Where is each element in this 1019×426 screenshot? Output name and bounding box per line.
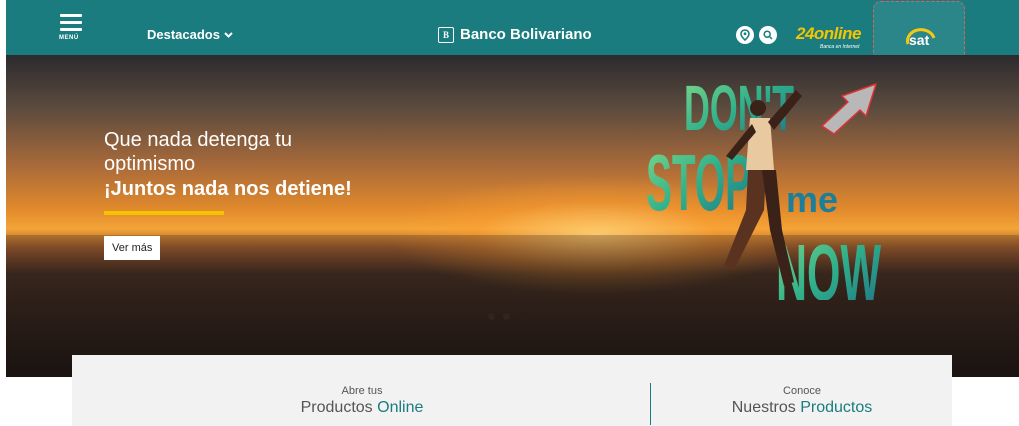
featured-label: Destacados — [147, 27, 220, 42]
location-button[interactable] — [736, 26, 754, 44]
location-icon — [740, 29, 750, 41]
online-banking-logo: 24online — [796, 24, 861, 43]
top-navigation-bar: MENÚ Destacados B Banco Bolivariano 24on… — [6, 0, 1019, 55]
products-panel: Abre tus Productos Online Conoce Nuestro… — [72, 355, 952, 426]
hero-headline-line1: Que nada detenga tu — [104, 129, 292, 151]
open-products-online-panel[interactable]: Abre tus Productos Online — [212, 385, 512, 417]
hero-headline-line2: optimismo — [104, 153, 196, 175]
carousel-dot[interactable] — [488, 313, 495, 320]
open-products-title: Productos Online — [212, 399, 512, 417]
brand-logo[interactable]: B Banco Bolivariano — [438, 26, 592, 43]
hero-underline-accent — [104, 211, 224, 215]
poster-word-dont: DON'T — [684, 72, 794, 144]
online-banking-subtitle: Banca en Internet — [820, 44, 860, 50]
chevron-down-icon — [224, 31, 233, 38]
brand-name: Banco Bolivariano — [460, 26, 592, 43]
hamburger-icon-line — [60, 21, 82, 24]
brand-mark-icon: B — [438, 26, 454, 43]
poster-word-now: NOW — [776, 228, 881, 300]
hamburger-icon-line — [60, 28, 82, 31]
search-icon — [763, 30, 773, 40]
our-products-panel[interactable]: Conoce Nuestros Productos — [652, 385, 952, 417]
poster-word-me: me — [786, 179, 838, 220]
carousel-dot[interactable] — [503, 313, 510, 320]
our-products-title-highlight: Productos — [800, 399, 873, 416]
our-products-title: Nuestros Productos — [652, 399, 952, 417]
carousel-dots — [488, 312, 527, 321]
hamburger-icon-line — [60, 14, 82, 17]
search-button[interactable] — [759, 26, 777, 44]
see-more-button[interactable]: Ver más — [104, 236, 161, 260]
open-products-title-plain: Productos — [300, 399, 373, 416]
hero-tagline: ¡Juntos nada nos detiene! — [104, 178, 352, 200]
hero-text-block: Que nada detenga tu optimismo ¡Juntos na… — [104, 128, 352, 215]
online-banking-link[interactable]: 24online Banca en Internet — [796, 24, 861, 50]
carousel-dot-active[interactable] — [518, 312, 527, 321]
open-products-pretitle: Abre tus — [341, 385, 383, 397]
featured-dropdown[interactable]: Destacados — [147, 27, 233, 42]
products-divider — [650, 383, 651, 425]
our-products-pretitle: Conoce — [783, 385, 821, 397]
pointer-arrow-annotation — [821, 83, 877, 135]
menu-label: MENÚ — [59, 35, 79, 41]
menu-button[interactable]: MENÚ — [58, 14, 88, 50]
our-products-title-plain: Nuestros — [731, 399, 796, 416]
open-products-title-highlight: Online — [377, 399, 424, 416]
